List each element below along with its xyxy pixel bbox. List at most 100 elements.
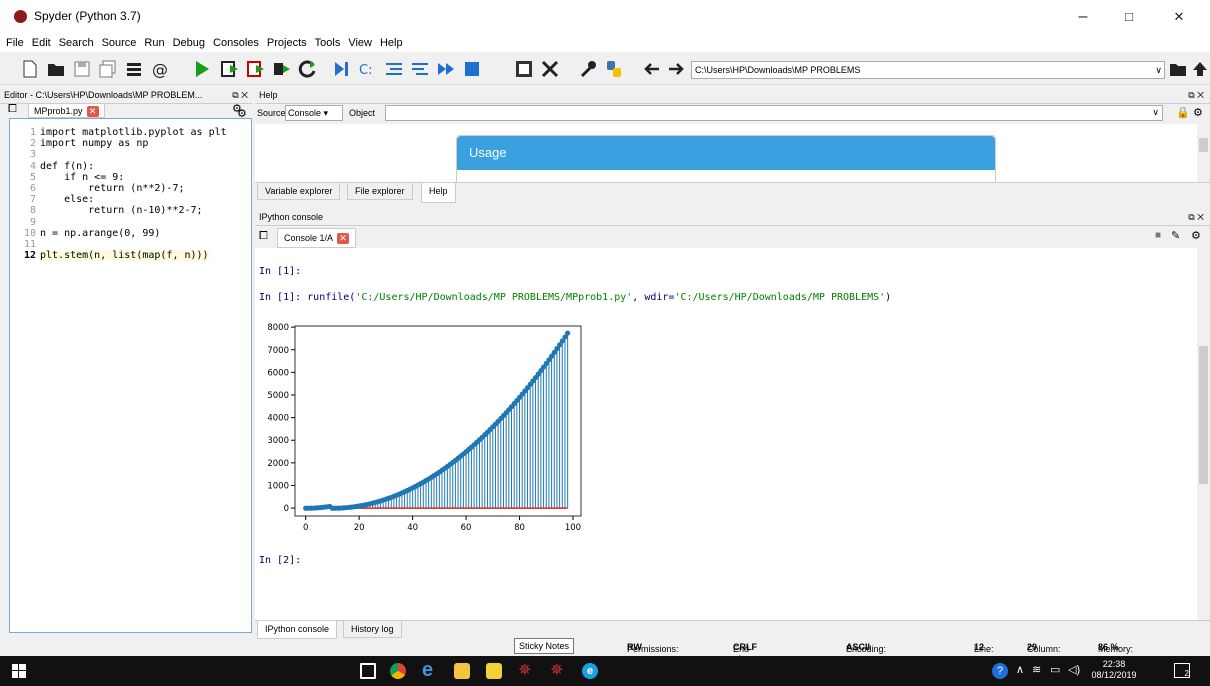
edge-icon[interactable]: e — [422, 660, 438, 680]
python-path-icon[interactable] — [604, 59, 624, 79]
forward-arrow-icon[interactable] — [666, 59, 686, 79]
menu-debug[interactable]: Debug — [169, 34, 209, 52]
menu-search[interactable]: Search — [55, 34, 98, 52]
chevron-down-icon[interactable]: ∨ — [1152, 107, 1159, 118]
spyder-taskbar-icon[interactable]: ✵ — [518, 663, 534, 679]
windows-start-icon[interactable] — [12, 664, 26, 678]
editor-tab[interactable]: MPprob1.py ✕ — [28, 103, 105, 118]
code-line-11[interactable]: 11 — [10, 239, 250, 250]
save-all-icon[interactable] — [98, 59, 118, 79]
browse-tabs-icon[interactable]: ⧠ — [8, 103, 17, 116]
code-line-8[interactable]: 8 return (n-10)**2-7; — [10, 205, 250, 216]
gear-icon[interactable]: ⚙ — [1193, 106, 1203, 119]
column-status: Column: 29 — [1027, 642, 1061, 654]
rerun-icon[interactable] — [298, 59, 318, 79]
ipython-console[interactable]: In [1]: In [1]: runfile('C:/Users/HP/Dow… — [255, 248, 1197, 620]
code-line-3[interactable]: 3 — [10, 149, 250, 160]
menu-edit[interactable]: Edit — [28, 34, 55, 52]
menu-file[interactable]: File — [2, 34, 28, 52]
code-line-4[interactable]: 4 def f(n): — [10, 161, 250, 172]
chevron-down-icon[interactable]: ∨ — [1155, 62, 1162, 78]
run-cell-advance-icon[interactable] — [246, 59, 266, 79]
menu-help[interactable]: Help — [376, 34, 407, 52]
file-explorer-icon[interactable] — [454, 663, 470, 679]
code-line-9[interactable]: 9 — [10, 217, 250, 228]
history-log-tab[interactable]: History log — [343, 621, 402, 638]
spyder-taskbar-icon-2[interactable]: ✵ — [550, 663, 566, 679]
help-scrollbar[interactable] — [1197, 124, 1210, 182]
run-cell-icon[interactable] — [220, 59, 240, 79]
step-icon[interactable]: C: — [358, 59, 378, 79]
code-line-1[interactable]: 1 import matplotlib.pyplot as plt — [10, 127, 250, 138]
chrome-icon[interactable] — [390, 663, 406, 679]
minimize-button[interactable]: – — [1060, 4, 1106, 30]
code-text: return (n**2)-7; — [40, 183, 185, 194]
menu-tools[interactable]: Tools — [311, 34, 345, 52]
run-icon[interactable] — [192, 59, 212, 79]
debug-icon[interactable] — [332, 59, 352, 79]
help-bottom-tabs: Variable explorer File explorer Help — [255, 182, 1210, 203]
close-tab-icon[interactable]: ✕ — [337, 233, 350, 245]
code-editor[interactable]: 1 import matplotlib.pyplot as plt 2 import … — [9, 118, 252, 633]
line-number: 11 — [23, 239, 36, 250]
menu-view[interactable]: View — [344, 34, 376, 52]
at-sign-icon[interactable]: @ — [150, 59, 170, 79]
menu-projects[interactable]: Projects — [263, 34, 311, 52]
sticky-notes-icon[interactable] — [486, 663, 502, 679]
gear-icon[interactable]: ⚙ — [1191, 229, 1201, 242]
list-icon[interactable] — [124, 59, 144, 79]
step-return-icon[interactable] — [410, 59, 430, 79]
parent-directory-icon[interactable] — [1190, 59, 1210, 79]
app-e-icon[interactable]: e — [582, 663, 598, 679]
code-line-10[interactable]: 10 n = np.arange(0, 99) — [10, 228, 250, 239]
help-tray-icon[interactable]: ? — [992, 663, 1008, 679]
tray-chevron-up-icon[interactable]: ∧ — [1016, 663, 1024, 676]
maximize-button[interactable]: □ — [1106, 4, 1152, 30]
close-button[interactable]: ✕ — [1156, 4, 1202, 30]
working-directory-input[interactable]: C:\Users\HP\Downloads\MP PROBLEMS ∨ — [691, 61, 1165, 79]
menu-run[interactable]: Run — [140, 34, 168, 52]
variable-explorer-tab[interactable]: Variable explorer — [257, 183, 341, 200]
stop-kernel-icon[interactable]: ■ — [1155, 230, 1161, 241]
stop-icon[interactable] — [462, 59, 482, 79]
notifications-icon[interactable]: 2 — [1174, 663, 1190, 678]
help-tab[interactable]: Help — [421, 183, 456, 203]
gear-icon[interactable]: ⚙ — [237, 107, 247, 120]
undock-close-icon[interactable]: ⧉ ✕ — [1188, 208, 1204, 226]
new-file-icon[interactable] — [20, 59, 40, 79]
line-number: 9 — [29, 216, 36, 228]
object-input[interactable]: ∨ — [385, 105, 1163, 121]
maximize-pane-icon[interactable] — [514, 59, 534, 79]
preferences-wrench-icon[interactable] — [578, 59, 598, 79]
task-view-icon[interactable] — [360, 663, 376, 679]
volume-icon[interactable]: ◁) — [1068, 663, 1080, 676]
step-into-icon[interactable] — [384, 59, 404, 79]
code-line-5[interactable]: 5 if n <= 9: — [10, 172, 250, 183]
menu-source[interactable]: Source — [98, 34, 141, 52]
back-arrow-icon[interactable] — [642, 59, 662, 79]
clock[interactable]: 22:38 08/12/2019 — [1088, 659, 1140, 681]
code-line-2[interactable]: 2 import numpy as np — [10, 138, 250, 149]
file-explorer-tab[interactable]: File explorer — [347, 183, 413, 200]
wifi-icon[interactable]: ≋ — [1032, 663, 1041, 676]
console-scrollbar[interactable] — [1197, 248, 1210, 620]
console-tab[interactable]: Console 1/A ✕ — [277, 228, 357, 248]
close-tab-icon[interactable]: ✕ — [86, 106, 99, 118]
open-folder-icon[interactable] — [46, 59, 66, 79]
code-line-6[interactable]: 6 return (n**2)-7; — [10, 183, 250, 194]
clear-console-icon[interactable]: ✎ — [1171, 229, 1180, 242]
ipython-console-tab[interactable]: IPython console — [257, 621, 338, 639]
browse-folder-icon[interactable] — [1168, 59, 1188, 79]
run-selection-icon[interactable] — [272, 59, 292, 79]
fullscreen-icon[interactable] — [540, 59, 560, 79]
source-select[interactable]: Console ▾ — [285, 105, 343, 121]
code-line-12[interactable]: 12 plt.stem(n, list(map(f, n))) — [10, 250, 250, 262]
code-line-7[interactable]: 7 else: — [10, 194, 250, 205]
undock-close-icon[interactable]: ⧉ ✕ — [1188, 86, 1204, 104]
continue-icon[interactable] — [436, 59, 456, 79]
browse-tabs-icon[interactable]: ⧠ — [259, 230, 268, 243]
menu-consoles[interactable]: Consoles — [209, 34, 263, 52]
battery-icon[interactable]: ▭ — [1050, 663, 1060, 676]
lock-icon[interactable]: 🔒 — [1176, 106, 1190, 119]
save-icon[interactable] — [72, 59, 92, 79]
